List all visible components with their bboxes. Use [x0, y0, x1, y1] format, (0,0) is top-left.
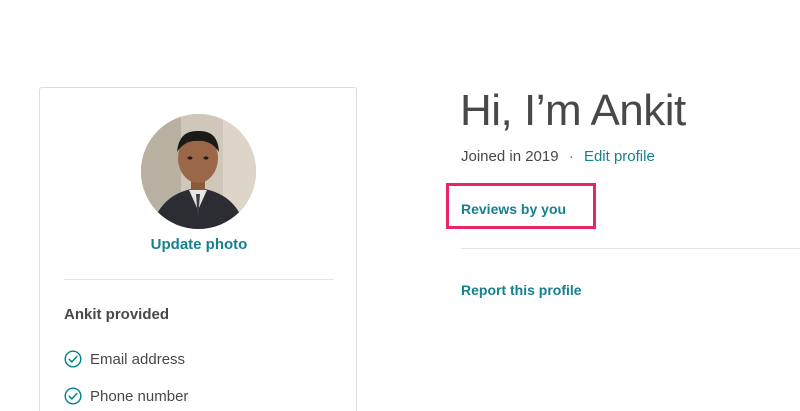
- verified-phone-label: Phone number: [90, 387, 189, 405]
- verified-phone-item: Phone number: [64, 387, 188, 405]
- update-photo-link[interactable]: Update photo: [40, 236, 358, 253]
- reviews-by-you-link[interactable]: Reviews by you: [461, 201, 566, 217]
- provided-title: Ankit provided: [64, 306, 170, 323]
- verified-email-item: Email address: [64, 350, 185, 368]
- check-circle-icon: [64, 387, 82, 405]
- check-circle-icon: [64, 350, 82, 368]
- verified-email-label: Email address: [90, 350, 186, 368]
- card-divider: [64, 279, 334, 280]
- report-profile-link[interactable]: Report this profile: [461, 282, 582, 298]
- main-divider: [461, 248, 800, 249]
- page-title: Hi, I’m Ankit: [460, 86, 686, 135]
- profile-page: Update photo Ankit provided Email addres…: [0, 0, 800, 411]
- separator-dot: ·: [568, 148, 574, 165]
- joined-text: Joined in 2019: [461, 148, 559, 165]
- joined-row: Joined in 2019 · Edit profile: [461, 148, 655, 165]
- avatar-photo: [141, 114, 256, 229]
- profile-card: Update photo Ankit provided Email addres…: [39, 87, 357, 411]
- edit-profile-link[interactable]: Edit profile: [584, 148, 655, 165]
- avatar[interactable]: [141, 114, 256, 229]
